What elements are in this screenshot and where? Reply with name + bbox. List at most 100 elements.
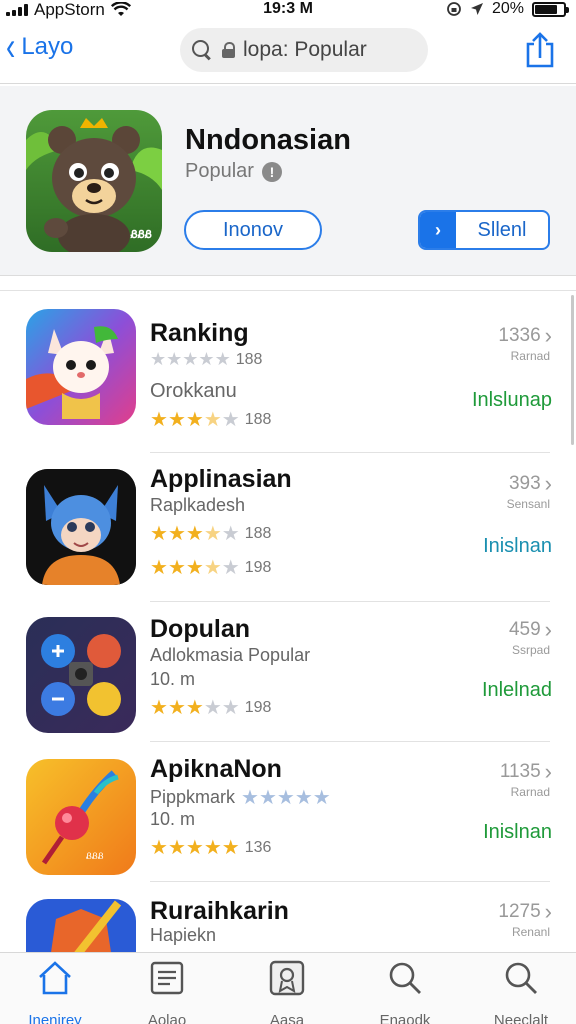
featured-app-icon[interactable]: ᏰᏰᏰ [26,110,162,252]
tab-label: Inenirey [28,1012,82,1024]
row-divider [150,741,550,742]
app-rank-number: 393 [508,473,541,494]
lock-icon [222,42,235,58]
app-rank-label: Ssrpad [511,643,550,657]
app-rank-label: Rarnad [510,785,550,799]
info-icon[interactable]: ! [261,161,282,182]
list-item[interactable]: Ranking ★ ★ ★ ★ ★ 188 Orokkanu ★ ★ ★ ★ ★ 188 133… [0,309,576,449]
chevron-right-icon: › [544,617,552,642]
app-subtitle-text: Adlokmasia Popular [150,645,311,665]
featured-primary-button[interactable]: › Sllenl [418,210,550,250]
app-rating-line: ★ ★ ★ ★ ★ 188 [150,349,262,370]
list-item[interactable]: ᏰᏰᏰ ApiknaNon Pippkmark ★ ★ ★ ★ ★ 10. m ★ ★ ★ ★… [0,755,576,899]
row-divider [150,601,550,602]
app-name: Dopulan [150,615,250,643]
featured-app-subtitle: Popular ! [185,160,282,183]
tab-label: Aasa [269,1012,305,1024]
star-icon: ★ [167,837,186,859]
featured-subtitle-text: Popular [185,160,254,182]
install-button[interactable]: Inislnan [483,535,552,558]
app-size-text: 10. m [150,669,196,689]
star-icon: ★ [167,557,186,579]
row-divider [150,452,550,453]
app-size: 10. m [150,669,195,690]
star-rating: ★ ★ ★ ★ ★ [150,521,240,546]
star-icon: ★ [258,787,277,809]
star-icon: ★ [214,349,231,369]
tab-list[interactable]: Aolao [112,959,222,1024]
search-field[interactable]: lopa: Popular [180,28,428,72]
star-icon: ★ [167,409,186,431]
app-rating-line: ★ ★ ★ ★ ★ 198 [150,695,271,720]
star-icon: ★ [203,523,222,545]
chevron-right-icon: › [544,471,552,496]
list-item[interactable]: Applinasian Raplkadesh ★ ★ ★ ★ ★ 188 ★ ★ ★ ★ ★ 1… [0,465,576,609]
row-divider [150,881,550,882]
tab-home[interactable]: Inenirey [0,959,110,1024]
app-rating-line: ★ ★ ★ ★ ★ 188 [150,407,271,432]
app-rank: 1275 › [498,899,552,925]
app-icon-cat [26,309,136,425]
rating-count: 198 [244,698,272,716]
star-icon: ★ [185,557,204,579]
app-rank-number: 1275 [498,901,541,922]
battery-percent: 20% [491,0,524,17]
tab-search[interactable]: Enaodk [350,959,460,1024]
star-icon: ★ [198,349,214,369]
app-subtitle-text: Hapiekn [150,925,217,945]
app-subtitle: Orokkanu [150,380,237,403]
featured-app-title: Nndonasian [185,124,351,156]
star-icon: ★ [150,557,168,579]
app-subtitle: Pippkmark ★ ★ ★ ★ ★ [150,785,331,810]
star-icon: ★ [150,697,168,719]
install-button[interactable]: Inlelnad [482,679,552,702]
back-button[interactable]: ‹ Layo [4,27,74,67]
list-item[interactable]: Dopulan Adlokmasia Popular 10. m ★ ★ ★ ★ ★ 1… [0,615,576,757]
rating-count: 188 [235,350,263,368]
star-icon: ★ [203,557,222,579]
app-rank-label: Rarnad [510,349,550,363]
location-icon [470,3,483,15]
star-icon: ★ [221,837,240,859]
chevron-right-icon: › [544,899,552,924]
app-icon-feather: ᏰᏰᏰ [26,759,136,875]
status-bar: AppStorn 19:3 M 20% [0,0,576,20]
install-button[interactable]: Inislnan [483,821,552,844]
app-rank-label: Sensanl [506,497,550,511]
star-icon: ★ [150,837,168,859]
app-rating-line: ★ ★ ★ ★ ★ 198 [150,555,271,580]
app-subtitle-text: Raplkadesh [150,495,246,515]
home-icon [39,961,71,995]
app-rank-number: 459 [508,619,541,640]
tab-label: Aolao [147,1012,187,1024]
app-size: 10. m [150,809,195,830]
tab-bar: Inenirey Aolao Aasa Enaodk Neeclalt [0,952,576,1024]
back-label: Layo [21,33,74,60]
star-icon: ★ [150,349,166,369]
search-text: lopa: Popular [243,38,367,61]
star-icon: ★ [182,349,198,369]
chevron-right-icon: › [544,759,552,784]
star-icon: ★ [166,349,182,369]
app-rank-number: 1336 [498,325,541,346]
featured-secondary-button[interactable]: Inonov [184,210,322,250]
share-icon[interactable] [522,30,558,70]
rating-count: 188 [244,524,272,542]
app-rank-number: 1135 [499,761,541,782]
tab-badge[interactable]: Aasa [232,959,342,1024]
app-rank: 393 › [509,471,552,497]
install-button[interactable]: Inlslunap [472,389,552,412]
search-icon [389,962,421,994]
star-icon: ★ [276,787,295,809]
star-icon: ★ [150,409,168,431]
list-icon [150,961,184,995]
app-subtitle: Adlokmasia Popular [150,645,310,666]
list-item[interactable]: Ruraihkarin Hapiekn 1275 › Renanl [0,897,576,952]
star-icon: ★ [185,523,204,545]
app-list[interactable]: Ranking ★ ★ ★ ★ ★ 188 Orokkanu ★ ★ ★ ★ ★ 188 133… [0,290,576,952]
tab-label: Neeclalt [493,1012,549,1024]
star-icon: ★ [203,409,222,431]
tab-search-secondary[interactable]: Neeclalt [466,959,576,1024]
star-rating: ★ ★ ★ ★ ★ [150,349,231,370]
star-icon: ★ [294,787,313,809]
